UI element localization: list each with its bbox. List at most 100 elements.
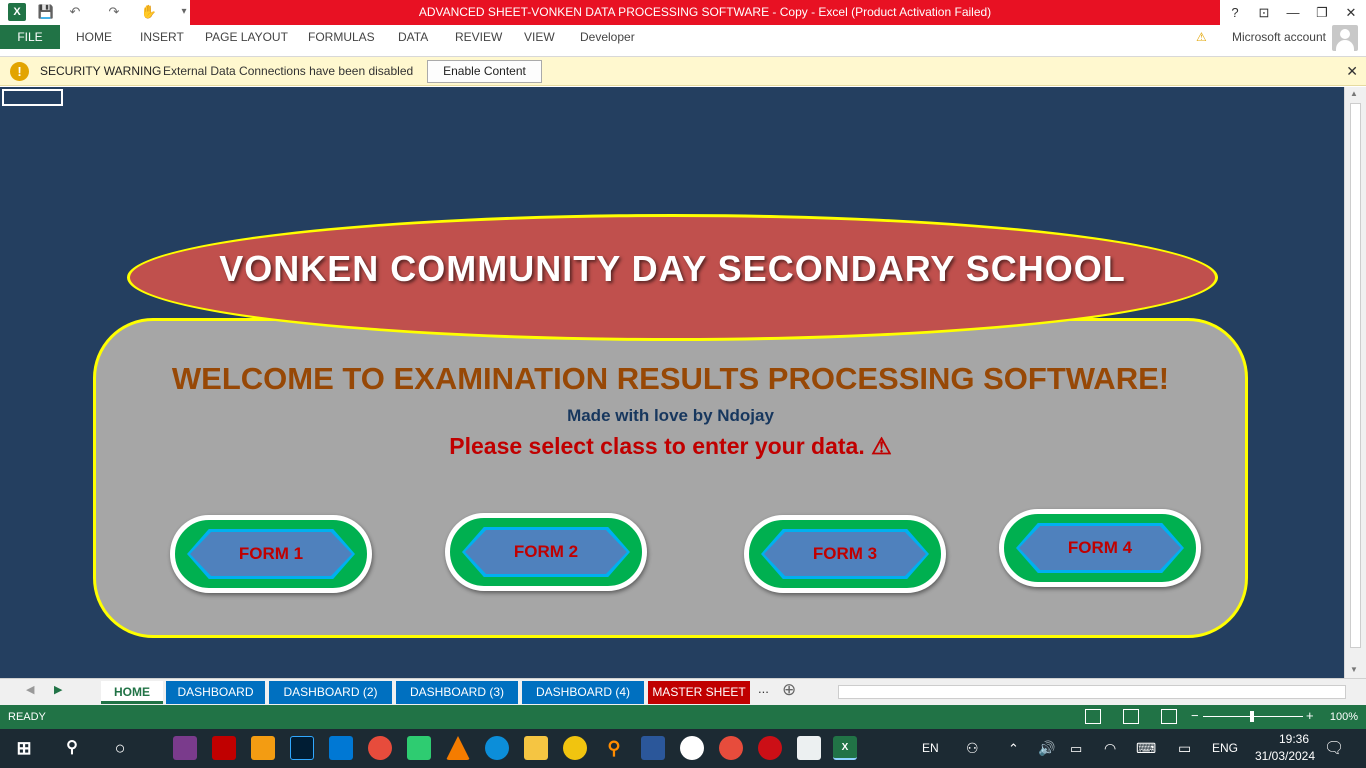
vlc-icon[interactable] [446, 736, 470, 760]
windows-start-icon[interactable]: ⊞ [12, 736, 36, 760]
word-icon[interactable] [641, 736, 665, 760]
photoshop-icon[interactable] [290, 736, 314, 760]
vertical-scrollbar[interactable]: ▲ ▼ [1344, 87, 1366, 678]
credit-text: Made with love by Ndojay [567, 406, 774, 425]
selected-cell[interactable] [2, 89, 63, 106]
sheet-tab-dashboard-4[interactable]: DASHBOARD (4) [522, 681, 644, 704]
volume-icon[interactable]: 🔊 [1038, 729, 1055, 768]
app-g-icon[interactable] [251, 736, 275, 760]
cortana-icon[interactable]: ○ [108, 736, 132, 760]
mail-icon[interactable] [329, 736, 353, 760]
title-bar: X 💾 ↶ ↷ ✋ ▾ ADVANCED SHEET-VONKEN DATA P… [0, 0, 1366, 25]
status-bar: READY − + 100% [0, 705, 1366, 729]
zoom-in-icon[interactable]: + [1306, 709, 1314, 723]
form-1-button[interactable]: FORM 1 [170, 515, 372, 593]
search-app-icon[interactable]: ⚲ [602, 736, 626, 760]
tab-view[interactable]: VIEW [524, 25, 555, 49]
keyboard-icon[interactable]: ⌨ [1136, 729, 1156, 768]
ribbon-display-button[interactable]: ⊡ [1250, 0, 1278, 25]
zoom-out-icon[interactable]: − [1191, 709, 1199, 723]
horizontal-scrollbar[interactable] [838, 685, 1346, 699]
clock-time[interactable]: 19:36 [1264, 732, 1324, 746]
security-warning-message: External Data Connections have been disa… [163, 64, 414, 78]
redo-icon[interactable]: ↷ [105, 3, 123, 21]
app-red-icon[interactable] [719, 736, 743, 760]
opera-icon[interactable] [758, 736, 782, 760]
touch-mode-icon[interactable]: ✋ [140, 3, 158, 21]
wifi-icon[interactable]: ◠ [1104, 729, 1116, 768]
account-menu[interactable]: Microsoft account [1232, 25, 1326, 49]
keyboard-language[interactable]: ENG [1212, 729, 1238, 768]
sheet-tab-dashboard-2[interactable]: DASHBOARD (2) [269, 681, 392, 704]
page-break-view-icon[interactable] [1161, 709, 1177, 724]
sheet-tab-dashboard-3[interactable]: DASHBOARD (3) [396, 681, 518, 704]
search-icon[interactable]: ⚲ [60, 736, 84, 760]
next-sheet-icon[interactable]: ▶ [54, 683, 62, 696]
scroll-down-icon[interactable]: ▼ [1350, 665, 1358, 674]
welcome-heading: WELCOME TO EXAMINATION RESULTS PROCESSIN… [171, 361, 1170, 396]
sheet-tab-dashboard[interactable]: DASHBOARD [166, 681, 265, 704]
security-warning-title: SECURITY WARNING [40, 64, 162, 78]
excel-taskbar-icon[interactable]: X [833, 736, 857, 760]
restore-button[interactable]: ❐ [1308, 0, 1336, 25]
tab-insert[interactable]: INSERT [140, 25, 184, 49]
winrar-icon[interactable] [173, 736, 197, 760]
store-icon[interactable] [797, 736, 821, 760]
warning-icon: ⚠ [1196, 30, 1207, 44]
show-hidden-icons-icon[interactable]: ⌃ [1008, 729, 1019, 768]
form-4-button[interactable]: FORM 4 [999, 509, 1201, 587]
notifications-icon[interactable]: 🗨 [1324, 729, 1344, 768]
more-tabs-button[interactable]: ... [758, 681, 769, 696]
file-explorer-icon[interactable] [524, 736, 548, 760]
save-icon[interactable]: 💾 [37, 3, 55, 21]
pdf-reader-icon[interactable] [212, 736, 236, 760]
tab-home[interactable]: HOME [76, 25, 112, 49]
normal-view-icon[interactable] [1085, 709, 1101, 724]
help-button[interactable]: ? [1221, 0, 1249, 25]
input-language[interactable]: EN [922, 729, 939, 768]
close-icon[interactable]: ✕ [1346, 57, 1358, 86]
instruction-text: Please select class to enter your data. … [449, 433, 892, 459]
podcast-icon[interactable] [680, 736, 704, 760]
desktop-icon[interactable]: ▭ [1178, 729, 1191, 768]
prev-sheet-icon[interactable]: ◀ [26, 683, 34, 696]
sheet-tab-master-sheet[interactable]: MASTER SHEET [648, 681, 750, 704]
form-2-label: FORM 2 [513, 542, 579, 561]
form-3-button[interactable]: FORM 3 [744, 515, 946, 593]
form-2-button[interactable]: FORM 2 [445, 513, 647, 591]
scroll-up-icon[interactable]: ▲ [1350, 89, 1358, 98]
shield-warning-icon: ! [10, 62, 29, 81]
school-name: VONKEN COMMUNITY DAY SECONDARY SCHOOL [219, 248, 1126, 289]
zoom-slider-thumb[interactable] [1250, 711, 1254, 722]
clock-date[interactable]: 31/03/2024 [1250, 749, 1320, 763]
page-layout-view-icon[interactable] [1123, 709, 1139, 724]
security-warning-bar: ! SECURITY WARNING External Data Connect… [0, 57, 1366, 86]
add-sheet-icon[interactable]: ⊕ [782, 680, 796, 700]
app-yellow-icon[interactable] [563, 736, 587, 760]
battery-icon[interactable]: ▭ [1070, 729, 1082, 768]
tab-developer[interactable]: Developer [580, 25, 635, 49]
tab-review[interactable]: REVIEW [455, 25, 502, 49]
minimize-button[interactable]: — [1279, 0, 1307, 25]
undo-icon[interactable]: ↶ [66, 3, 84, 21]
status-mode: READY [8, 711, 46, 723]
worksheet[interactable]: VONKEN COMMUNITY DAY SECONDARY SCHOOL WE… [0, 87, 1344, 678]
form-1-label: FORM 1 [238, 544, 304, 563]
form-3-label: FORM 3 [812, 544, 878, 563]
tab-page-layout[interactable]: PAGE LAYOUT [205, 25, 288, 49]
zoom-level[interactable]: 100% [1330, 705, 1358, 729]
app-green-icon[interactable] [407, 736, 431, 760]
sheet-tab-home[interactable]: HOME [101, 681, 163, 704]
camera-app-icon[interactable] [368, 736, 392, 760]
people-icon[interactable]: ⚇ [966, 729, 979, 768]
tab-formulas[interactable]: FORMULAS [308, 25, 375, 49]
file-tab[interactable]: FILE [0, 25, 60, 49]
close-button[interactable]: ✕ [1337, 0, 1365, 25]
edge-icon[interactable] [485, 736, 509, 760]
excel-logo-icon: X [8, 3, 26, 21]
enable-content-button[interactable]: Enable Content [427, 60, 542, 83]
tab-data[interactable]: DATA [398, 25, 428, 49]
windows-taskbar: ⊞ ⚲ ○ ⚲ X EN ⚇ ⌃ 🔊 ▭ ◠ ⌨ ▭ ENG 19:36 31/… [0, 729, 1366, 768]
avatar[interactable] [1332, 25, 1358, 51]
scroll-thumb[interactable] [1350, 103, 1361, 648]
